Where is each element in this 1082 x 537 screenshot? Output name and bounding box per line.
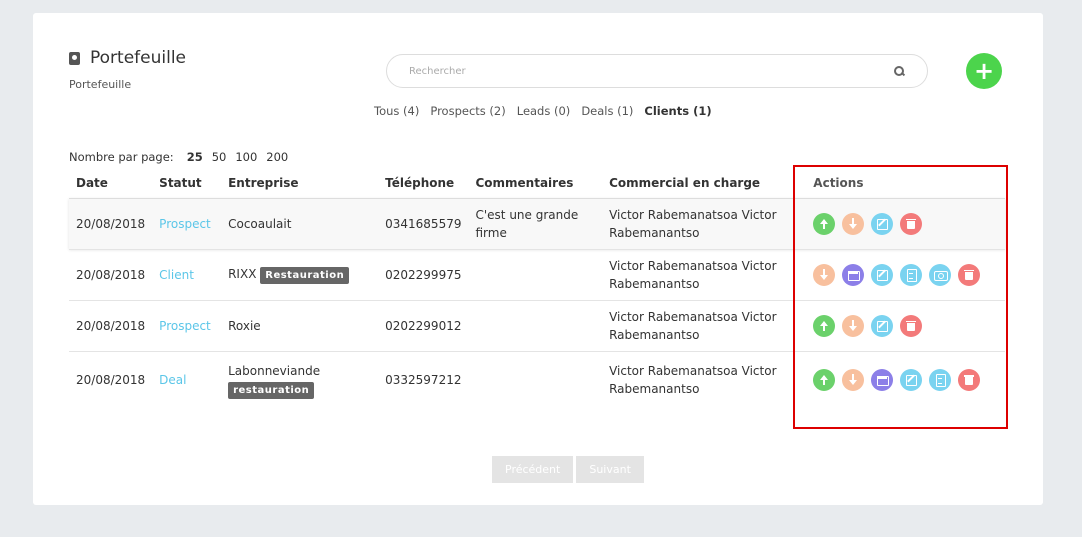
- upgrade-arrow-icon[interactable]: [813, 369, 836, 392]
- per-page-option[interactable]: 200: [266, 150, 288, 164]
- actions-cell: [801, 300, 1005, 351]
- comment-cell: [468, 249, 602, 300]
- camera-icon[interactable]: [929, 263, 952, 286]
- previous-page-button[interactable]: Précédent: [492, 456, 574, 483]
- page-title: Portefeuille: [69, 48, 186, 68]
- search-bar: [386, 54, 928, 88]
- per-page-option[interactable]: 50: [212, 150, 227, 164]
- filter-tab[interactable]: Leads (0): [517, 104, 571, 118]
- add-button[interactable]: +: [966, 53, 1002, 89]
- status-link[interactable]: Deal: [159, 373, 186, 387]
- filter-tab[interactable]: Deals (1): [581, 104, 633, 118]
- per-page-selector: Nombre par page: 25 50 100 200: [69, 150, 288, 164]
- column-header: Commentaires: [475, 175, 574, 190]
- search-icon[interactable]: [894, 65, 905, 77]
- per-page-option[interactable]: 25: [187, 150, 203, 164]
- status-cell: Prospect: [152, 198, 221, 249]
- page-title-text: Portefeuille: [90, 48, 187, 68]
- downgrade-arrow-icon[interactable]: [842, 314, 865, 337]
- actions-cell: [801, 198, 1005, 249]
- table-row: 20/08/2018 Prospect Cocoaulait 0341685579 C'…: [69, 198, 1005, 249]
- phone-cell: 0341685579: [385, 216, 462, 231]
- actions-cell: [801, 351, 1005, 409]
- company-name: Cocoaulait: [228, 216, 292, 231]
- table-header-row: Date Statut Entreprise Téléphone Commentaire…: [69, 168, 1005, 198]
- document-icon[interactable]: [900, 263, 923, 286]
- table-row: 20/08/2018 Deal Labonneviande restauration 0…: [69, 351, 1005, 409]
- filter-tab[interactable]: Tous (4): [374, 104, 419, 118]
- column-header: Date: [76, 175, 108, 190]
- upgrade-arrow-icon[interactable]: [813, 212, 836, 235]
- document-icon[interactable]: [929, 369, 952, 392]
- breadcrumb: Portefeuille: [69, 78, 132, 91]
- phone-cell: 0202299012: [385, 318, 462, 333]
- contact-book-icon: [69, 51, 80, 65]
- edit-icon[interactable]: [871, 314, 894, 337]
- date-cell: 20/08/2018: [76, 373, 146, 388]
- calendar-icon[interactable]: [871, 369, 894, 392]
- calendar-icon[interactable]: [842, 263, 865, 286]
- status-cell: Client: [152, 249, 221, 300]
- commercial-cell: Victor Rabemanatsoa Victor Rabemanantso: [609, 207, 777, 240]
- column-header: Actions: [813, 175, 864, 190]
- per-page-option[interactable]: 100: [235, 150, 257, 164]
- company-cell: RIXX Restauration: [221, 249, 378, 300]
- comment-cell: [468, 351, 602, 409]
- column-header: Entreprise: [228, 175, 299, 190]
- filter-tab[interactable]: Clients (1): [644, 104, 711, 118]
- company-name: Labonneviande: [228, 363, 321, 378]
- edit-icon[interactable]: [871, 263, 894, 286]
- category-tag: restauration: [228, 381, 315, 399]
- trash-icon[interactable]: [958, 369, 981, 392]
- filter-tab[interactable]: Prospects (2): [430, 104, 505, 118]
- date-cell: 20/08/2018: [76, 267, 146, 282]
- company-cell: Roxie: [221, 300, 378, 351]
- upgrade-arrow-icon[interactable]: [813, 314, 836, 337]
- status-link[interactable]: Client: [159, 268, 194, 282]
- phone-cell: 0332597212: [385, 373, 462, 388]
- company-name: RIXX: [228, 267, 257, 281]
- status-link[interactable]: Prospect: [159, 217, 211, 231]
- actions-cell: [801, 249, 1005, 300]
- per-page-label: Nombre par page:: [69, 150, 174, 164]
- trash-icon[interactable]: [900, 314, 923, 337]
- comment-cell: C'est une grande firme: [475, 207, 579, 240]
- date-cell: 20/08/2018: [76, 216, 146, 231]
- category-tag: Restauration: [260, 267, 350, 284]
- edit-icon[interactable]: [871, 212, 894, 235]
- next-page-button[interactable]: Suivant: [576, 456, 644, 483]
- company-cell: Labonneviande restauration: [221, 351, 378, 409]
- status-filters: Tous (4) Prospects (2) Leads (0) Deals (1) C…: [374, 104, 712, 118]
- commercial-cell: Victor Rabemanatsoa Victor Rabemanantso: [609, 309, 777, 342]
- trash-icon[interactable]: [900, 212, 923, 235]
- commercial-cell: Victor Rabemanatsoa Victor Rabemanantso: [609, 258, 777, 291]
- company-name: Roxie: [228, 318, 261, 333]
- status-cell: Deal: [152, 351, 221, 409]
- portfolio-table: Date Statut Entreprise Téléphone Commentaire…: [69, 168, 1005, 409]
- table-row: 20/08/2018 Client RIXX Restauration 0202299…: [69, 249, 1005, 300]
- table-body: 20/08/2018 Prospect Cocoaulait 0341685579 C'…: [69, 198, 1005, 409]
- status-link[interactable]: Prospect: [159, 319, 211, 333]
- downgrade-arrow-icon[interactable]: [842, 212, 865, 235]
- column-header: Téléphone: [385, 175, 455, 190]
- commercial-cell: Victor Rabemanatsoa Victor Rabemanantso: [609, 364, 777, 397]
- column-header: Commercial en charge: [609, 175, 761, 190]
- column-header: Statut: [159, 175, 202, 190]
- date-cell: 20/08/2018: [76, 318, 146, 333]
- pagination: Précédent Suivant: [492, 456, 644, 483]
- company-cell: Cocoaulait: [221, 198, 378, 249]
- phone-cell: 0202299975: [385, 267, 462, 282]
- edit-icon[interactable]: [900, 369, 923, 392]
- downgrade-arrow-icon[interactable]: [842, 369, 865, 392]
- trash-icon[interactable]: [958, 263, 981, 286]
- comment-cell: [468, 300, 602, 351]
- downgrade-arrow-icon[interactable]: [813, 263, 836, 286]
- status-cell: Prospect: [152, 300, 221, 351]
- table-row: 20/08/2018 Prospect Roxie 0202299012 Victor …: [69, 300, 1005, 351]
- search-input[interactable]: [409, 65, 894, 77]
- portfolio-card: Portefeuille Portefeuille + Tous (4) Pros…: [33, 13, 1043, 505]
